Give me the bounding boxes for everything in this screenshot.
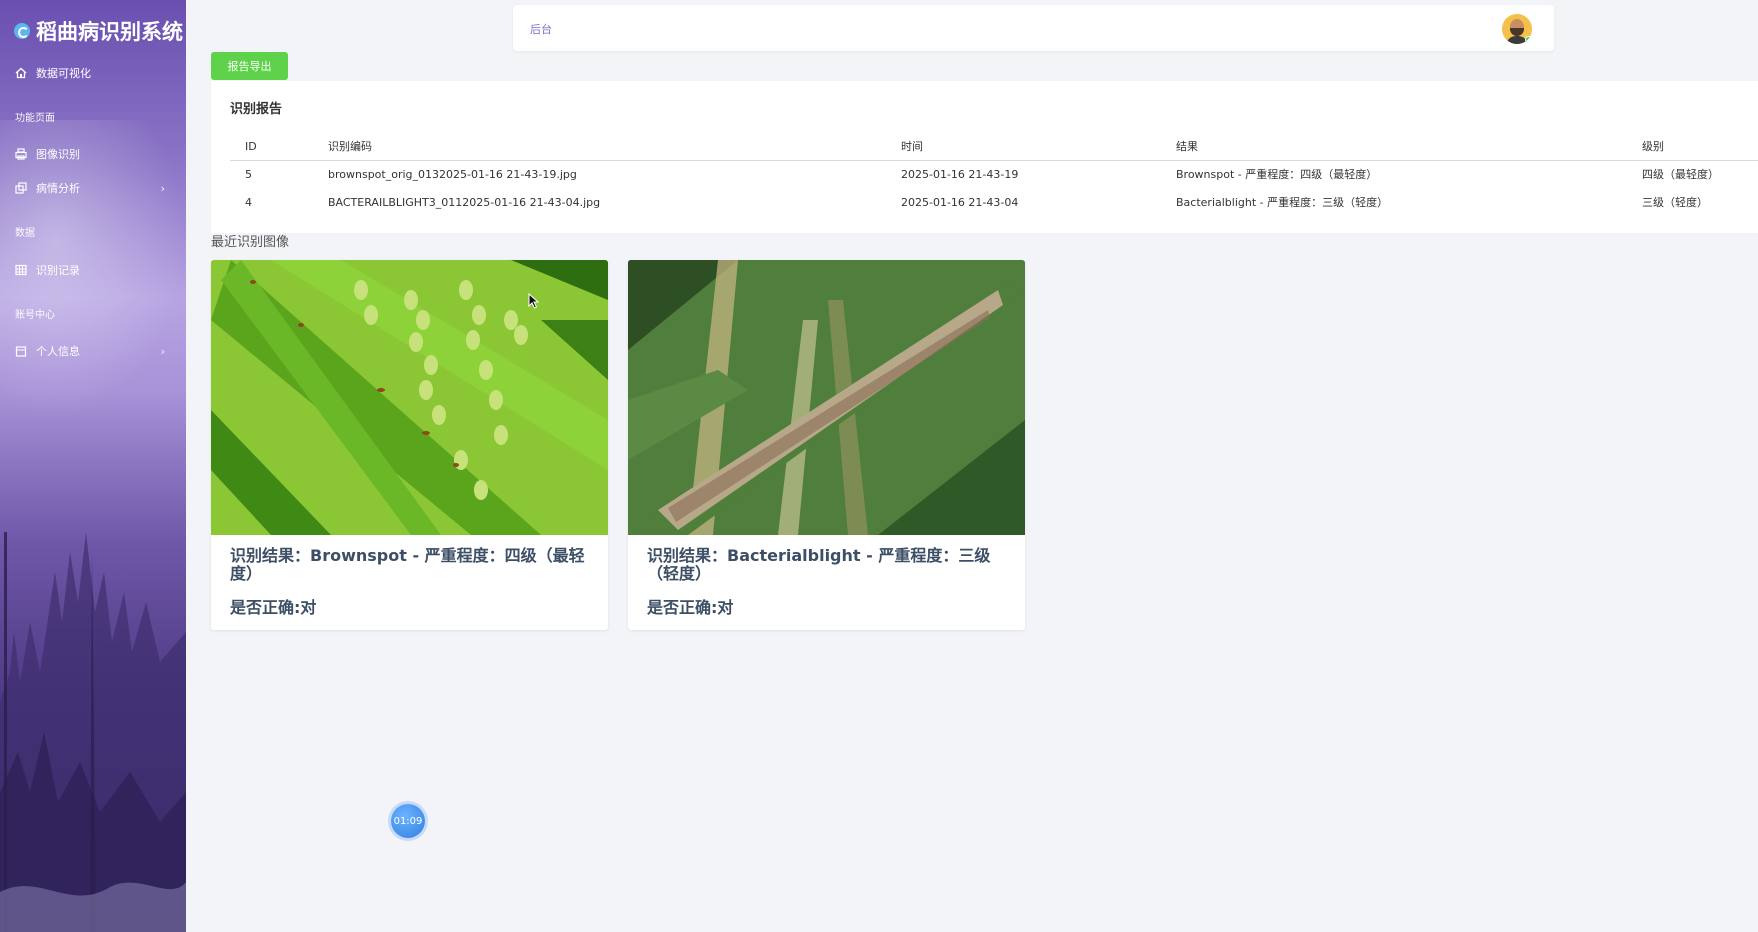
- app-logo-icon: [14, 23, 30, 39]
- table-row[interactable]: 5 brownspot_orig_0132025-01-16 21-43-19.…: [230, 160, 1758, 188]
- column-header-result[interactable]: 结果: [1161, 133, 1627, 161]
- column-header-code[interactable]: 识别编码: [313, 133, 886, 161]
- user-avatar[interactable]: [1502, 14, 1532, 44]
- online-status-dot: [1525, 36, 1532, 43]
- sidebar: 稻曲病识别系统 数据可视化 功能页面 图像识别 病情分析 › 数据 识别记录 账…: [0, 0, 186, 932]
- column-header-time[interactable]: 时间: [886, 133, 1161, 161]
- chevron-right-icon: ›: [160, 344, 165, 358]
- mouse-cursor-icon: [528, 293, 540, 309]
- cell-time: 2025-01-16 21-43-04: [901, 195, 1019, 209]
- sidebar-item-personal-info[interactable]: 个人信息 ›: [15, 343, 165, 359]
- sidebar-item-data-visualization[interactable]: 数据可视化: [15, 65, 165, 81]
- table-row[interactable]: 4 BACTERAILBLIGHT3_0112025-01-16 21-43-0…: [230, 188, 1758, 216]
- column-header-level[interactable]: 级别: [1627, 133, 1758, 161]
- correctness-text: 是否正确:对: [647, 598, 734, 617]
- app-brand[interactable]: 稻曲病识别系统: [14, 16, 183, 46]
- recognition-result-text: 识别结果：Bacterialblight - 严重程度：三级（轻度）: [647, 546, 991, 583]
- app-title: 稻曲病识别系统: [36, 20, 183, 44]
- table-icon: [15, 264, 27, 276]
- export-report-button[interactable]: 报告导出: [211, 52, 288, 80]
- avatar-beard: [1510, 28, 1524, 36]
- recognition-card[interactable]: 识别结果：Bacterialblight - 严重程度：三级（轻度） 是否正确:…: [628, 260, 1025, 630]
- cell-result: Bacterialblight - 严重程度：三级（轻度）: [1176, 196, 1389, 209]
- cell-result: Brownspot - 严重程度：四级（最轻度）: [1176, 168, 1378, 182]
- sidebar-item-image-recognition[interactable]: 图像识别: [15, 146, 165, 162]
- cell-level: 四级（最轻度）: [1642, 168, 1719, 182]
- cell-code: BACTERAILBLIGHT3_0112025-01-16 21-43-04.…: [328, 195, 601, 209]
- cell-id: 4: [245, 195, 252, 209]
- report-card: 识别报告 ID 识别编码 时间 结果 级别 5 brownspot_orig_0…: [211, 81, 1758, 233]
- correctness-text: 是否正确:对: [230, 598, 317, 617]
- sidebar-item-label: 个人信息: [36, 345, 80, 358]
- home-icon: [15, 67, 27, 79]
- sidebar-group-data: 数据: [15, 228, 35, 239]
- breadcrumb[interactable]: 后台: [530, 21, 552, 37]
- table-header-row: ID 识别编码 时间 结果 级别: [230, 133, 1758, 161]
- sidebar-item-label: 识别记录: [36, 264, 80, 277]
- cell-level: 三级（轻度）: [1642, 196, 1708, 209]
- report-title: 识别报告: [230, 102, 283, 117]
- sidebar-group-account-center: 账号中心: [15, 310, 55, 321]
- recent-images-label: 最近识别图像: [211, 235, 290, 250]
- forest-background-illustration: [0, 532, 186, 932]
- sidebar-item-label: 图像识别: [36, 148, 80, 161]
- copy-icon: [15, 182, 27, 194]
- chevron-right-icon: ›: [160, 181, 165, 195]
- sidebar-item-label: 病情分析: [36, 182, 80, 195]
- cell-code: brownspot_orig_0132025-01-16 21-43-19.jp…: [328, 167, 577, 181]
- sidebar-item-label: 数据可视化: [36, 67, 91, 80]
- sidebar-item-disease-analysis[interactable]: 病情分析 ›: [15, 180, 165, 196]
- recognition-result-text: 识别结果：Brownspot - 严重程度：四级（最轻度）: [230, 546, 585, 583]
- brownspot-rice-image: [211, 260, 608, 535]
- printer-icon: [15, 148, 27, 160]
- floating-timer-widget[interactable]: 01:09: [391, 804, 425, 838]
- sidebar-item-recognition-records[interactable]: 识别记录: [15, 262, 165, 278]
- bacterialblight-rice-image: [628, 260, 1025, 535]
- cell-id: 5: [245, 167, 252, 181]
- cell-time: 2025-01-16 21-43-19: [901, 167, 1019, 181]
- report-table: ID 识别编码 时间 结果 级别 5 brownspot_orig_013202…: [230, 133, 1758, 216]
- calendar-icon: [15, 346, 27, 357]
- recognition-card[interactable]: 识别结果：Brownspot - 严重程度：四级（最轻度） 是否正确:对: [211, 260, 608, 630]
- sidebar-group-function-pages: 功能页面: [15, 113, 55, 124]
- column-header-id[interactable]: ID: [230, 133, 313, 161]
- top-header: 后台: [513, 5, 1554, 51]
